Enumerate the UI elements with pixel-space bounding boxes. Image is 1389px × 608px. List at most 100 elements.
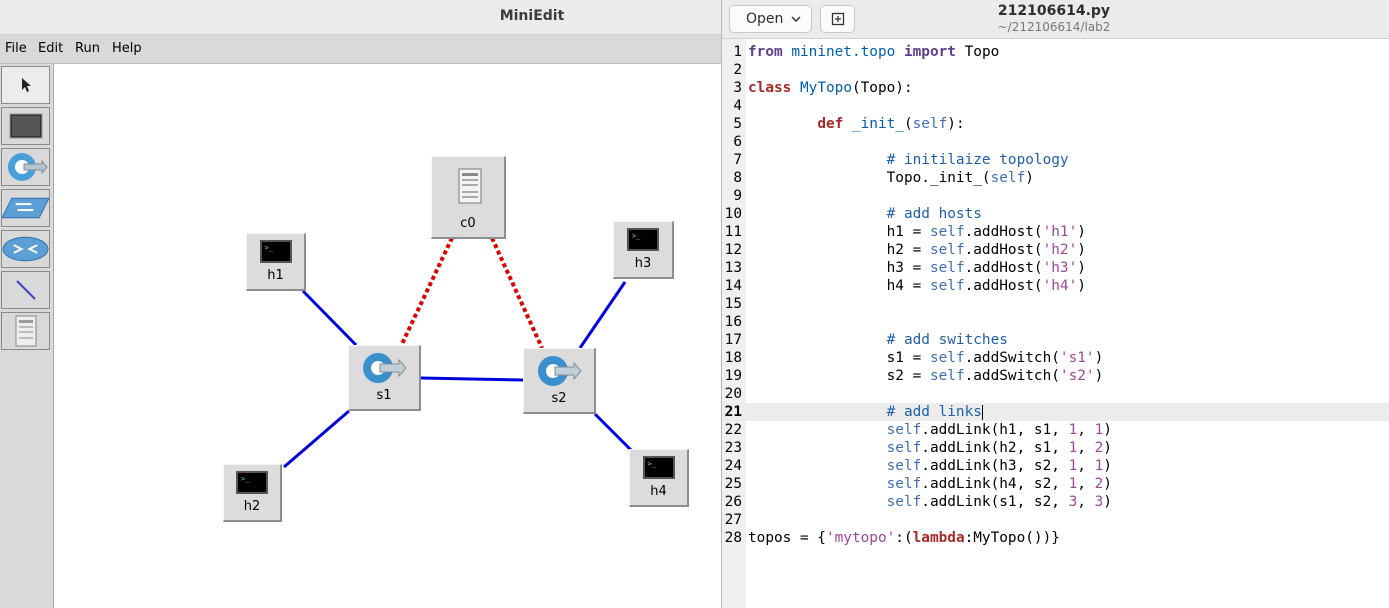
- code-text: self.addLink(h2, s1, 1, 2): [886, 440, 1112, 456]
- line-number: 28: [724, 530, 742, 546]
- node-label: h1: [267, 268, 284, 283]
- new-tab-button[interactable]: [820, 5, 855, 33]
- code-line[interactable]: 8 Topo._init_(self): [722, 169, 1389, 187]
- code-line[interactable]: 24 self.addLink(h3, s2, 1, 1): [722, 457, 1389, 475]
- miniedit-titlebar[interactable]: MiniEdit: [0, 0, 722, 35]
- code-line[interactable]: 9: [722, 187, 1389, 205]
- code-line[interactable]: 1 from mininet.topo import Topo: [722, 43, 1389, 61]
- node-label: c0: [460, 216, 476, 231]
- openflow-switch-icon: [363, 353, 407, 383]
- line-number: 1: [733, 44, 742, 60]
- line-number: 18: [724, 350, 742, 366]
- node-host-h4[interactable]: >_ h4: [629, 449, 689, 507]
- code-text: self.addLink(h3, s2, 1, 1): [886, 458, 1112, 474]
- line-number: 15: [724, 296, 742, 312]
- code-line[interactable]: 7 # initilaize topology: [722, 151, 1389, 169]
- link-c0-s1[interactable]: [399, 237, 454, 347]
- node-label: h2: [243, 499, 261, 514]
- line-number: 10: [724, 206, 742, 222]
- link-h2-s1[interactable]: [283, 409, 350, 469]
- code-line[interactable]: 21 # add links: [722, 403, 1389, 421]
- node-controller-c0[interactable]: c0: [431, 156, 506, 239]
- tool-legacy-router-button[interactable]: [1, 230, 50, 268]
- code-text: h1 = self.addHost('h1'): [748, 224, 1086, 240]
- code-line[interactable]: 26 self.addLink(s1, s2, 3, 3): [722, 493, 1389, 511]
- link-h1-s1[interactable]: [301, 289, 358, 347]
- topology-canvas[interactable]: c0 >_ h1 >_ h2 >_ h3 >_ h4 s1 s2: [54, 64, 722, 608]
- code-line[interactable]: 19 s2 = self.addSwitch('s2'): [722, 367, 1389, 385]
- code-text: h2 = self.addHost('h2'): [748, 242, 1086, 258]
- line-number: 4: [733, 98, 742, 114]
- line-number: 21: [724, 404, 742, 420]
- host-terminal-icon: >_: [642, 456, 675, 479]
- code-line[interactable]: 5 def _init_(self):: [722, 115, 1389, 133]
- line-number: 13: [724, 260, 742, 276]
- code-line[interactable]: 22 self.addLink(h1, s1, 1, 1): [722, 421, 1389, 439]
- menu-file[interactable]: File: [5, 41, 27, 56]
- line-number: 14: [724, 278, 742, 294]
- code-line[interactable]: 2: [722, 61, 1389, 79]
- code-line[interactable]: 6: [722, 133, 1389, 151]
- node-switch-s1[interactable]: s1: [348, 345, 421, 411]
- controller-server-icon: [458, 168, 482, 204]
- code-line[interactable]: 10 # add hosts: [722, 205, 1389, 223]
- code-text: # initilaize topology: [748, 152, 1069, 168]
- code-line[interactable]: 28 topos = {'mytopo':(lambda:MyTopo())}: [722, 529, 1389, 547]
- new-document-icon: [831, 12, 845, 26]
- tool-controller-button[interactable]: [1, 312, 50, 350]
- controller-server-icon: [15, 315, 36, 347]
- tool-netlink-button[interactable]: [1, 271, 50, 309]
- topology-links: [283, 237, 634, 469]
- code-text: topos = {'mytopo':(lambda:MyTopo())}: [748, 530, 1060, 546]
- code-text: s2 = self.addSwitch('s2'): [748, 368, 1104, 384]
- line-number: 19: [724, 368, 742, 384]
- code-text: class MyTopo(Topo):: [748, 80, 913, 96]
- code-line[interactable]: 14 h4 = self.addHost('h4'): [722, 277, 1389, 295]
- code-line[interactable]: 25 self.addLink(h4, s2, 1, 2): [722, 475, 1389, 493]
- node-host-h2[interactable]: >_ h2: [223, 464, 282, 522]
- code-text: s1 = self.addSwitch('s1'): [748, 350, 1104, 366]
- code-line[interactable]: 27: [722, 511, 1389, 529]
- code-line[interactable]: 13 h3 = self.addHost('h3'): [722, 259, 1389, 277]
- menu-help[interactable]: Help: [112, 41, 142, 56]
- node-switch-s2[interactable]: s2: [523, 348, 596, 414]
- code-line[interactable]: 17 # add switches: [722, 331, 1389, 349]
- node-host-h1[interactable]: >_ h1: [246, 233, 306, 291]
- code-line[interactable]: 16: [722, 313, 1389, 331]
- code-text: # add hosts: [748, 206, 982, 222]
- line-number: 2: [733, 62, 742, 78]
- node-host-h3[interactable]: >_ h3: [613, 221, 674, 279]
- link-s1-s2[interactable]: [420, 376, 525, 382]
- code-line[interactable]: 20: [722, 385, 1389, 403]
- code-line[interactable]: 11 h1 = self.addHost('h1'): [722, 223, 1389, 241]
- line-number: 17: [724, 332, 742, 348]
- menu-edit[interactable]: Edit: [38, 41, 63, 56]
- code-line[interactable]: 15: [722, 295, 1389, 313]
- line-number: 11: [724, 224, 742, 240]
- code-line[interactable]: 23 self.addLink(h2, s1, 1, 2): [722, 439, 1389, 457]
- menu-run[interactable]: Run: [75, 41, 100, 56]
- line-number: 22: [724, 422, 742, 438]
- code-line[interactable]: 12 h2 = self.addHost('h2'): [722, 241, 1389, 259]
- host-terminal-icon: >_: [627, 228, 659, 251]
- text-caret: [981, 404, 983, 420]
- miniedit-menubar: File Edit Run Help: [0, 35, 722, 64]
- code-text: h3 = self.addHost('h3'): [748, 260, 1086, 276]
- document-path: ~/212106614/lab2: [997, 20, 1111, 34]
- link-c0-s2[interactable]: [490, 237, 544, 349]
- document-title: 212106614.py: [997, 3, 1111, 19]
- code-text: self.addLink(h4, s2, 1, 2): [886, 476, 1112, 492]
- tool-host-button[interactable]: [1, 107, 50, 145]
- code-line[interactable]: 3 class MyTopo(Topo):: [722, 79, 1389, 97]
- tool-switch-button[interactable]: [1, 148, 50, 186]
- link-h4-s2[interactable]: [593, 412, 634, 453]
- tool-legacy-switch-button[interactable]: [1, 189, 50, 227]
- tool-select-button[interactable]: [1, 66, 50, 104]
- open-button[interactable]: Open: [729, 5, 812, 33]
- line-number: 25: [724, 476, 742, 492]
- open-button-label: Open: [746, 11, 784, 27]
- code-line[interactable]: 4: [722, 97, 1389, 115]
- line-number: 3: [733, 80, 742, 96]
- code-line[interactable]: 18 s1 = self.addSwitch('s1'): [722, 349, 1389, 367]
- link-h3-s2[interactable]: [578, 281, 627, 349]
